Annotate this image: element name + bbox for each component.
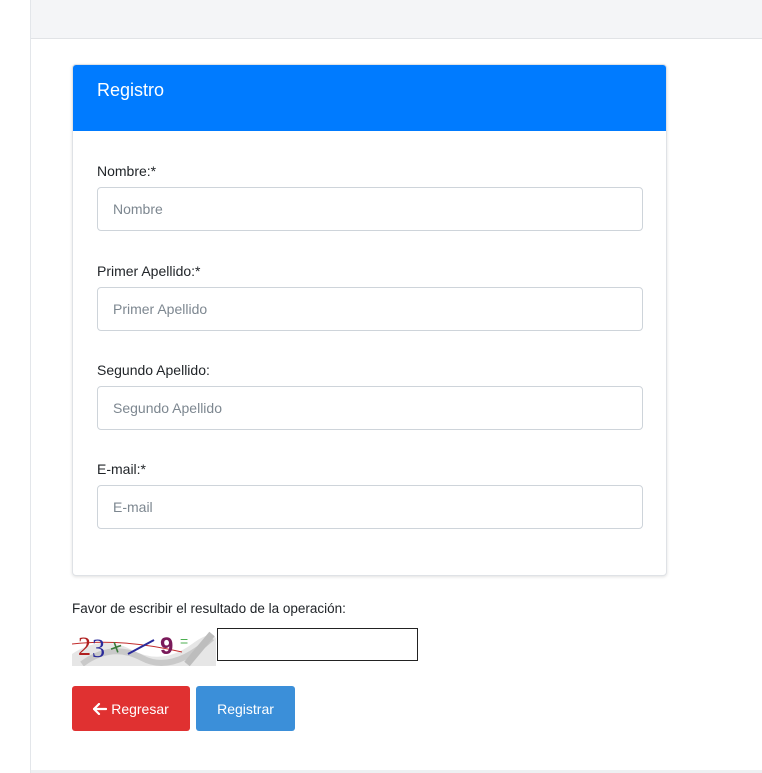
- nombre-input[interactable]: [97, 187, 643, 231]
- top-bar: [31, 0, 762, 39]
- segundo-apellido-label: Segundo Apellido:: [97, 362, 210, 378]
- svg-text:9: 9: [160, 633, 173, 660]
- svg-text:=: =: [180, 633, 188, 649]
- email-label: E-mail:*: [97, 461, 147, 477]
- left-rail: [0, 0, 31, 773]
- primer-apellido-input[interactable]: [97, 287, 643, 331]
- back-button[interactable]: Regresar: [72, 686, 190, 731]
- primer-apellido-group: Primer Apellido:*: [97, 261, 643, 331]
- captcha-label: Favor de escribir el resultado de la ope…: [72, 601, 346, 616]
- register-button[interactable]: Registrar: [196, 686, 295, 731]
- card-header: Registro: [73, 65, 666, 131]
- arrow-left-icon: [93, 702, 108, 715]
- back-button-label: Regresar: [111, 700, 169, 717]
- nombre-group: Nombre:*: [97, 161, 643, 231]
- segundo-apellido-group: Segundo Apellido:: [97, 360, 643, 430]
- svg-text:2: 2: [78, 632, 91, 661]
- segundo-apellido-input[interactable]: [97, 386, 643, 430]
- registration-card: Registro Nombre:* Primer Apellido:* Segu…: [72, 64, 667, 576]
- email-input[interactable]: [97, 485, 643, 529]
- svg-text:3: 3: [92, 634, 105, 663]
- email-group: E-mail:*: [97, 459, 643, 529]
- register-button-label: Registrar: [217, 700, 274, 717]
- captcha-input[interactable]: [217, 628, 418, 661]
- primer-apellido-label: Primer Apellido:*: [97, 263, 201, 279]
- nombre-label: Nombre:*: [97, 163, 157, 179]
- card-title: Registro: [97, 80, 165, 100]
- captcha-image: 2 3 + 9 =: [72, 624, 216, 666]
